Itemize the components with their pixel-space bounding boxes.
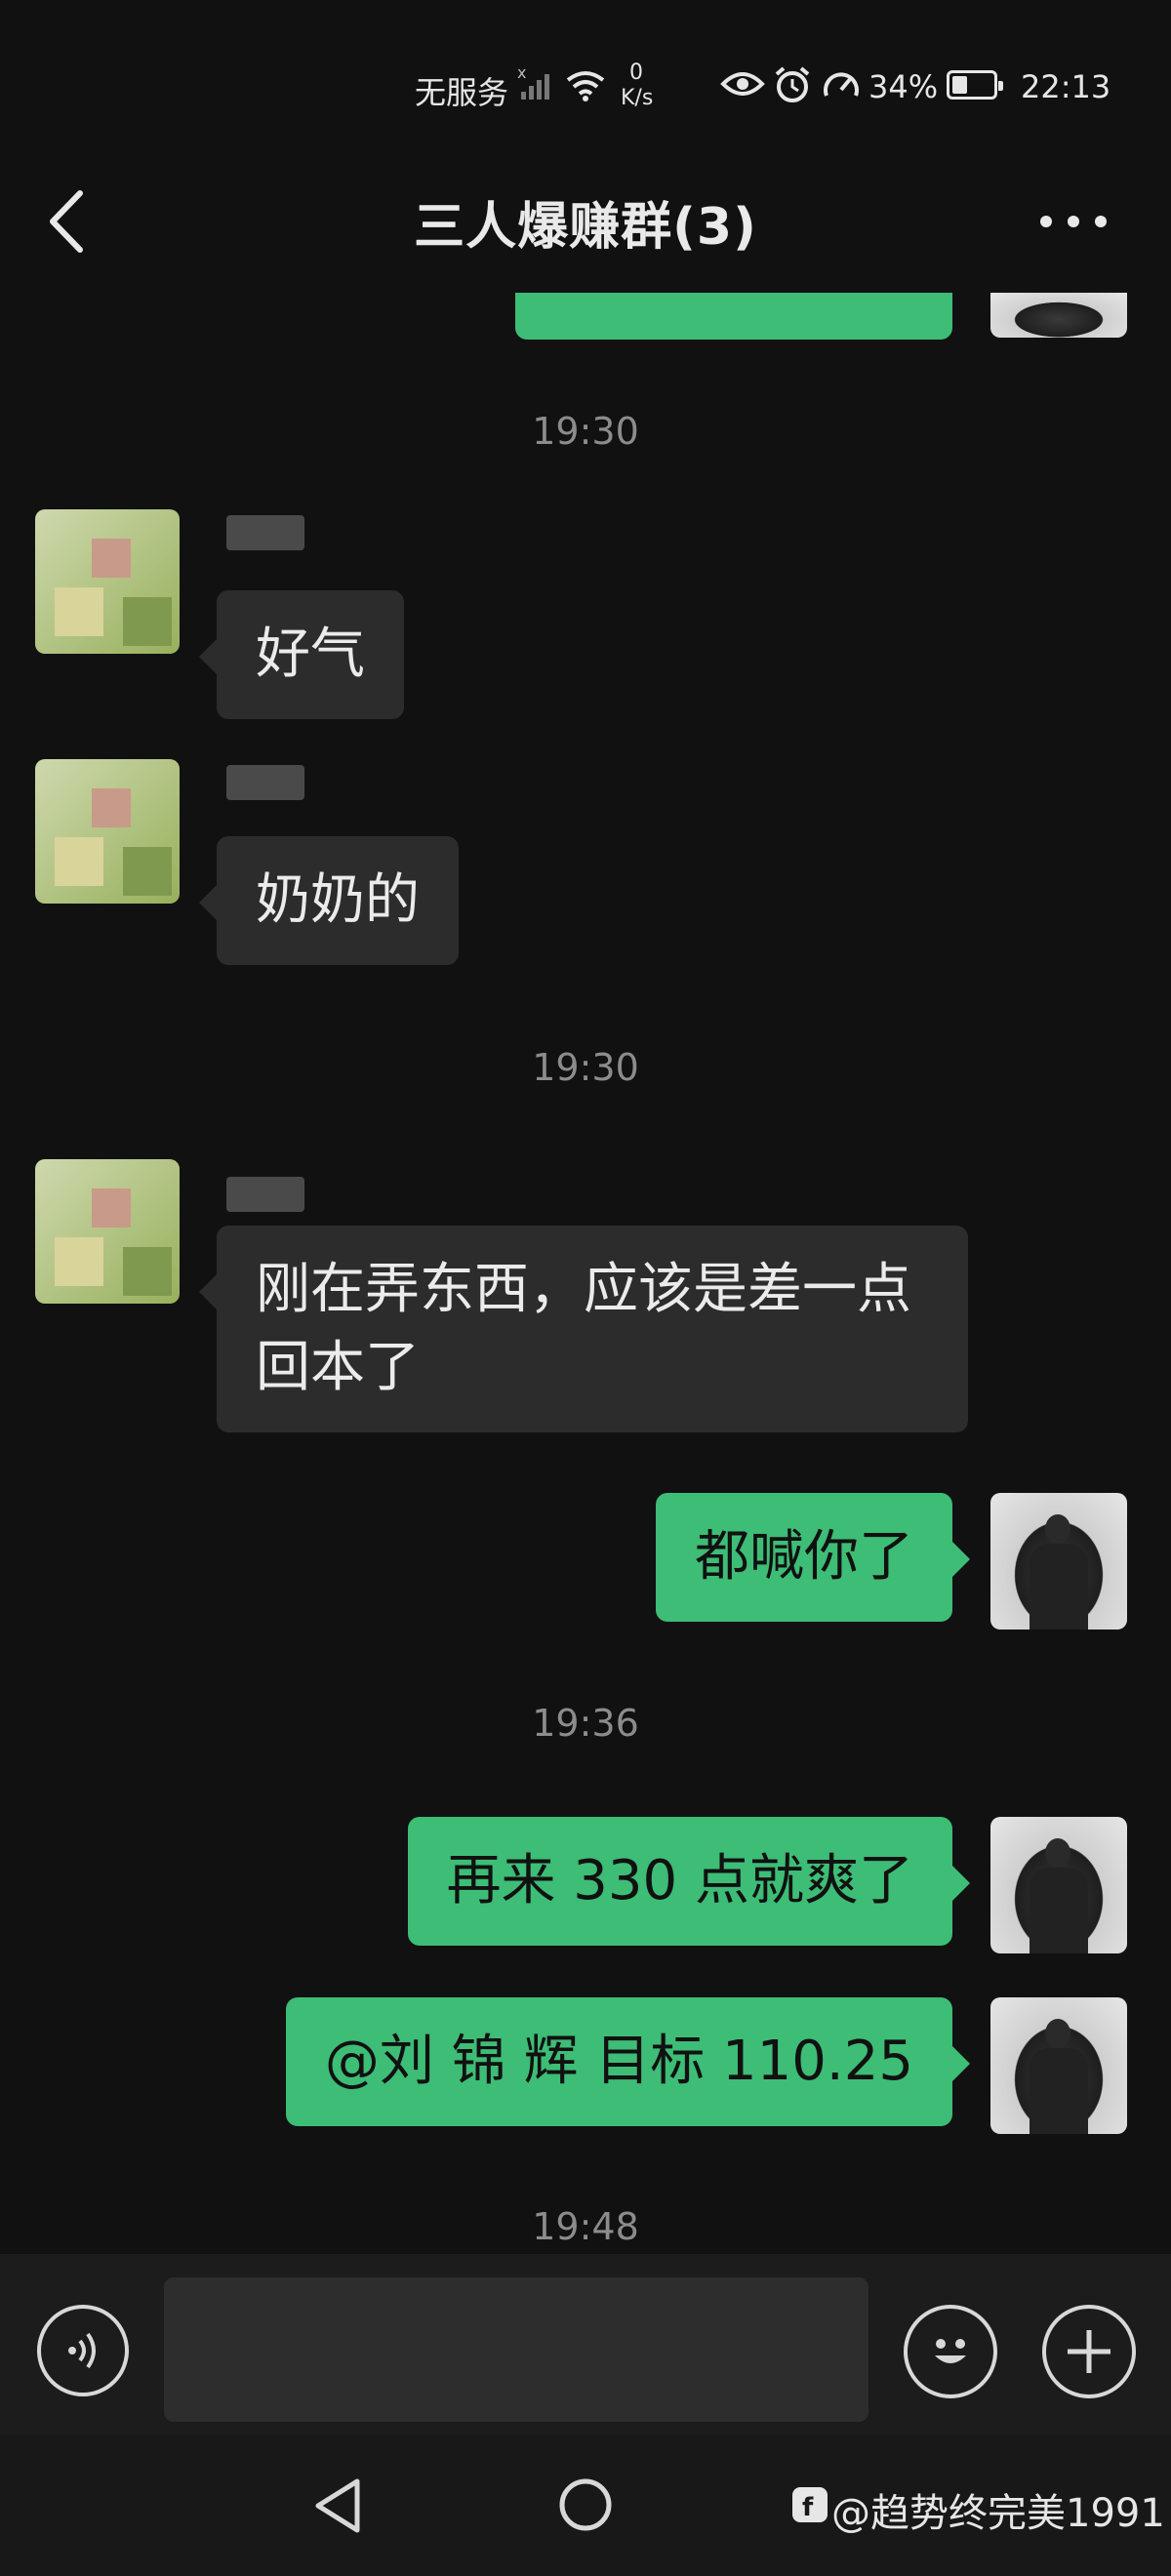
more-functions-button[interactable] [1042, 2305, 1136, 2398]
timestamp: 19:48 [532, 2205, 639, 2248]
message-bubble[interactable]: 奶奶的 [199, 836, 459, 965]
message-bubble[interactable]: 都喊你了 [656, 1493, 970, 1622]
svg-text:f: f [802, 2493, 814, 2522]
message-text-line: 刚在弄东西，应该是差一点 [256, 1258, 911, 1321]
my-avatar[interactable] [990, 1817, 1127, 1953]
timestamp: 19:30 [532, 410, 639, 453]
more-options-icon[interactable] [1034, 207, 1112, 236]
smiley-icon [935, 2339, 966, 2363]
sender-avatar[interactable] [35, 759, 180, 904]
message-text: 好气 [256, 623, 365, 686]
message-bubble-partial[interactable] [515, 293, 952, 340]
net-speed-unit: K/s [621, 86, 654, 110]
carrier-label: 无服务 [415, 74, 509, 111]
emoji-button[interactable] [904, 2305, 997, 2398]
my-avatar[interactable] [990, 293, 1127, 338]
nav-home-icon[interactable] [556, 2475, 615, 2534]
watermark-text: @趋势终完美1991 [831, 2491, 1165, 2536]
voice-icon [68, 2332, 96, 2369]
system-nav-bar: f @趋势终完美1991 [0, 2435, 1171, 2576]
speedometer-icon [824, 72, 859, 97]
timestamp: 19:36 [532, 1702, 639, 1745]
weibo-logo-icon: f [792, 2487, 828, 2522]
alarm-icon [775, 66, 810, 102]
voice-input-button[interactable] [37, 2305, 129, 2396]
svg-text:x: x [517, 64, 526, 82]
net-speed-value: 0 [629, 60, 643, 85]
sender-avatar[interactable] [35, 509, 180, 654]
chat-header: 三人爆赚群(3) [0, 146, 1171, 293]
message-text-line: 回本了 [256, 1336, 420, 1399]
message-bubble[interactable]: 好气 [199, 590, 404, 719]
battery-percent: 34% [868, 68, 939, 105]
message-text: @刘 锦 辉 目标 110.25 [324, 2030, 913, 2093]
message-text: 都喊你了 [695, 1525, 913, 1589]
battery-icon [947, 70, 1003, 100]
message-text: 奶奶的 [256, 868, 420, 932]
battery-fill [952, 76, 967, 94]
sender-name-blurred [226, 1177, 304, 1212]
plus-icon [1068, 2330, 1110, 2373]
message-input[interactable] [164, 2277, 868, 2422]
sender-name-blurred [226, 515, 304, 550]
timestamp: 19:30 [532, 1046, 639, 1089]
status-bar: 无服务 x 0 K/s 34% 22:13 [0, 0, 1171, 127]
group-title: 三人爆赚群(3) [414, 198, 757, 257]
my-avatar[interactable] [990, 1997, 1127, 2134]
eye-icon [720, 72, 765, 96]
wifi-icon [566, 71, 605, 101]
message-text: 再来 330 点就爽了 [446, 1849, 914, 1912]
nav-back-icon[interactable] [310, 2475, 365, 2536]
message-bubble[interactable]: 再来 330 点就爽了 [407, 1817, 970, 1946]
sender-avatar[interactable] [35, 1159, 180, 1304]
signal-icon: x [517, 64, 549, 100]
message-bubble[interactable]: 刚在弄东西，应该是差一点 回本了 [199, 1226, 968, 1432]
input-bar [0, 2254, 1171, 2435]
message-bubble[interactable]: @刘 锦 辉 目标 110.25 [285, 1997, 970, 2126]
my-avatar[interactable] [990, 1493, 1127, 1630]
sender-name-blurred [226, 765, 304, 800]
clock: 22:13 [1021, 68, 1111, 105]
chat-area[interactable]: 19:30 好气 奶奶的 19:30 刚在弄东西，应该是差一点 回本了 都喊你了… [0, 293, 1171, 2254]
